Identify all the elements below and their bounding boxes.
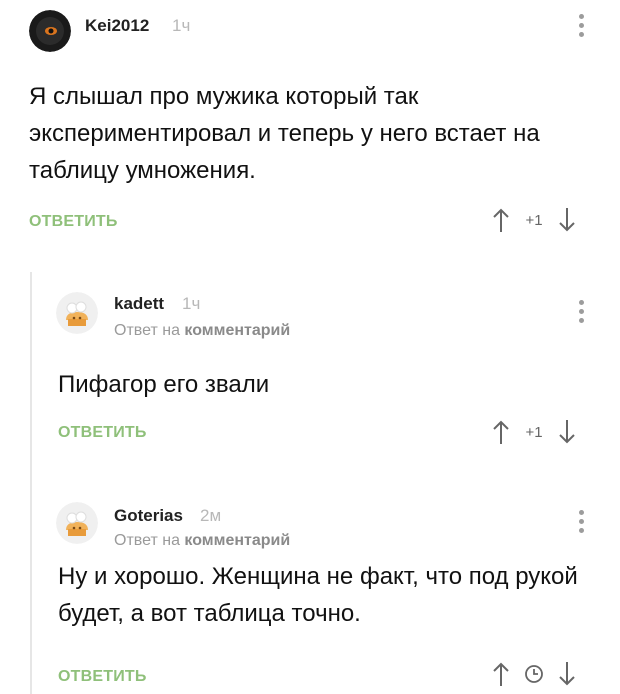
reply-prefix: Ответ на: [114, 532, 180, 549]
vote-controls: +1: [491, 418, 577, 446]
avatar[interactable]: [29, 10, 71, 52]
clock-icon: [511, 664, 557, 684]
author-name[interactable]: Goterias: [114, 506, 183, 526]
arrow-down-icon[interactable]: [557, 206, 577, 234]
avatar[interactable]: [56, 502, 98, 544]
reply-button[interactable]: ОТВЕТИТЬ: [58, 668, 147, 686]
comment-score: +1: [525, 423, 543, 441]
comment: Goterias 2м Ответ на комментарий Ну и хо…: [0, 482, 620, 694]
comment-time: 2м: [200, 506, 222, 525]
reply-reference: Ответ на комментарий: [114, 322, 290, 340]
comment-text: Ну и хорошо. Женщина не факт, что под ру…: [58, 563, 578, 627]
more-vertical-icon[interactable]: [578, 14, 586, 41]
reply-target-link[interactable]: комментарий: [184, 322, 290, 339]
vote-controls: +1: [491, 206, 577, 234]
reply-button[interactable]: ОТВЕТИТЬ: [58, 424, 147, 442]
reply-prefix: Ответ на: [114, 322, 180, 339]
comment-score: +1: [525, 211, 543, 229]
comment-text: Пифагор его звали: [58, 371, 270, 398]
arrow-up-icon[interactable]: [491, 418, 511, 446]
arrow-up-icon[interactable]: [491, 660, 511, 688]
arrow-down-icon[interactable]: [557, 660, 577, 688]
comment: Kei2012 1ч Я слышал про мужика который т…: [0, 0, 620, 255]
comment-time: 1ч: [182, 294, 201, 313]
more-vertical-icon[interactable]: [578, 510, 586, 537]
more-vertical-icon[interactable]: [578, 300, 586, 327]
reply-target-link[interactable]: комментарий: [184, 532, 290, 549]
arrow-up-icon[interactable]: [491, 206, 511, 234]
avatar[interactable]: [56, 292, 98, 334]
author-name[interactable]: Kei2012: [85, 16, 149, 36]
author-name[interactable]: kadett: [114, 294, 164, 314]
comment-time: 1ч: [172, 16, 191, 35]
comment-text: Я слышал про мужика который так эксперим…: [29, 83, 540, 184]
comment: kadett 1ч Ответ на комментарий Пифагор е…: [0, 272, 620, 472]
reply-button[interactable]: ОТВЕТИТЬ: [29, 213, 118, 231]
arrow-down-icon[interactable]: [557, 418, 577, 446]
reply-reference: Ответ на комментарий: [114, 532, 290, 550]
vote-controls: [491, 660, 577, 688]
